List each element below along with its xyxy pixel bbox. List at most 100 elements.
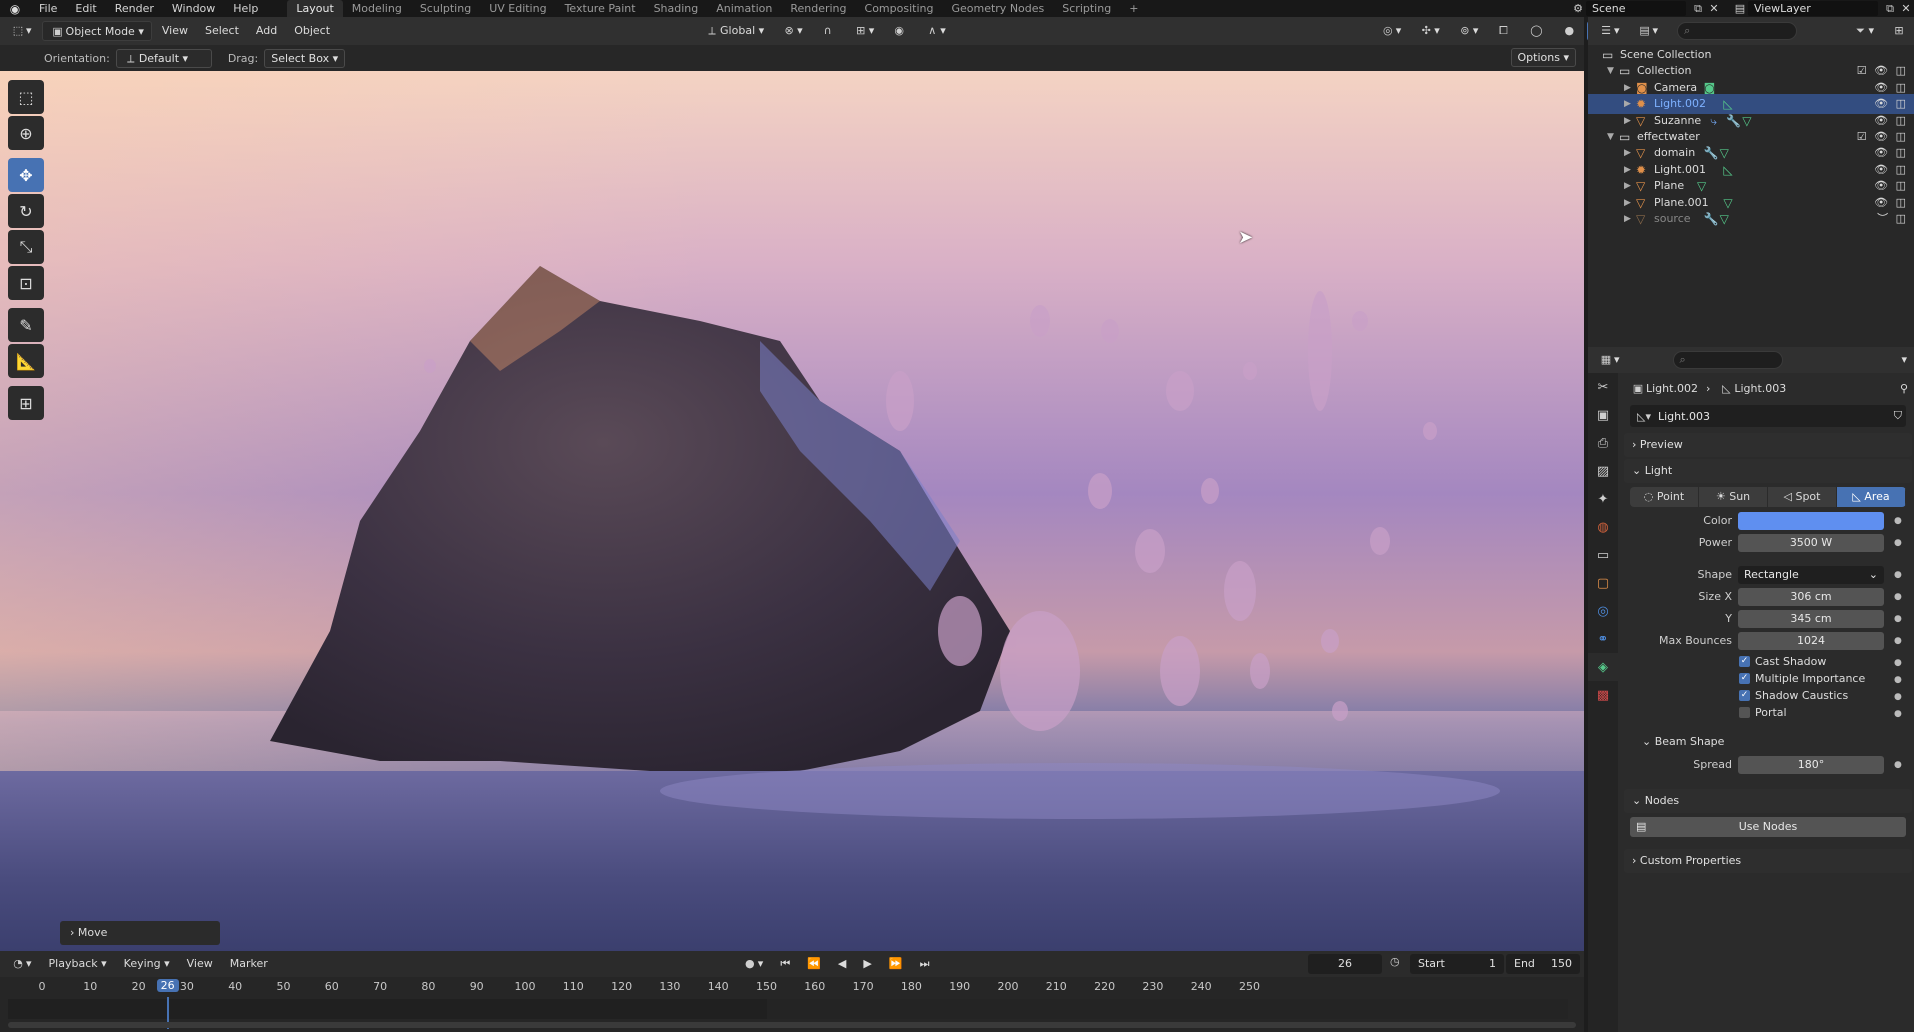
- tab-scene[interactable]: ✦: [1588, 485, 1618, 513]
- transform-orientation-dropdown[interactable]: ⟂ Global ▾: [697, 21, 771, 41]
- options-dropdown[interactable]: Options ▾: [1510, 48, 1576, 67]
- tab-animation[interactable]: Animation: [707, 0, 781, 17]
- cursor-tool[interactable]: ⊕: [8, 116, 44, 150]
- tab-world[interactable]: ◍: [1588, 513, 1618, 541]
- select-box-tool[interactable]: ⬚: [8, 80, 44, 114]
- properties-editor-type-button[interactable]: ▦ ▾: [1591, 350, 1627, 370]
- play-reverse-button[interactable]: ◀: [831, 954, 853, 974]
- editor-type-button[interactable]: ⬚ ▾: [3, 21, 39, 41]
- light-type-area[interactable]: ◺ Area: [1837, 487, 1906, 507]
- tab-uv-editing[interactable]: UV Editing: [480, 0, 555, 17]
- move-tool[interactable]: ✥: [8, 158, 44, 192]
- keyframe-dot-icon[interactable]: ●: [1894, 511, 1902, 531]
- tab-texture-paint[interactable]: Texture Paint: [556, 0, 645, 17]
- xray-toggle[interactable]: ⧠: [1488, 21, 1518, 41]
- outliner-row[interactable]: ▶ ▽ source 🔧 ▽ ︶ ◫: [1588, 209, 1914, 229]
- size-x-field[interactable]: 306 cm: [1738, 588, 1884, 606]
- timeline-scrollbar[interactable]: [8, 1022, 1576, 1028]
- shading-wireframe[interactable]: ◯: [1521, 21, 1551, 41]
- prev-keyframe-button[interactable]: ⏪: [800, 954, 828, 974]
- auto-keying-toggle[interactable]: ● ▾: [735, 954, 771, 974]
- snap-toggle[interactable]: ∩: [813, 21, 843, 41]
- wrench-icon[interactable]: 🔧: [1704, 209, 1719, 229]
- tab-shading[interactable]: Shading: [645, 0, 708, 17]
- remove-scene-icon[interactable]: ✕: [1706, 2, 1722, 15]
- visibility-dropdown[interactable]: ◎ ▾: [1373, 21, 1409, 41]
- gizmo-dropdown[interactable]: ✣ ▾: [1411, 21, 1447, 41]
- tab-object[interactable]: ▢: [1588, 569, 1618, 597]
- menu-file[interactable]: File: [30, 0, 66, 17]
- keying-menu[interactable]: Keying ▾: [117, 954, 177, 974]
- keyframe-dot-icon[interactable]: ●: [1894, 533, 1902, 553]
- start-frame-field[interactable]: Start 1: [1410, 954, 1504, 974]
- falloff-dropdown[interactable]: ∧ ▾: [917, 21, 953, 41]
- menu-render[interactable]: Render: [106, 0, 163, 17]
- custom-properties-panel-header[interactable]: › Custom Properties: [1624, 849, 1912, 873]
- drag-dropdown[interactable]: Select Box ▾: [264, 48, 346, 68]
- measure-tool[interactable]: 📐: [8, 344, 44, 378]
- tab-view-layer[interactable]: ▨: [1588, 457, 1618, 485]
- beam-shape-subpanel-header[interactable]: ⌄ Beam Shape: [1622, 731, 1914, 753]
- tab-compositing[interactable]: Compositing: [856, 0, 943, 17]
- preview-panel-header[interactable]: › Preview: [1624, 433, 1912, 457]
- stopwatch-icon[interactable]: ◷: [1390, 955, 1400, 968]
- mesh-data-icon[interactable]: ▽: [1720, 209, 1729, 229]
- keyframe-dot-icon[interactable]: ●: [1894, 755, 1902, 775]
- hidden-eye-icon[interactable]: ︶ ◫: [1877, 209, 1908, 229]
- blender-logo-icon[interactable]: ◉: [0, 2, 30, 16]
- current-frame-field[interactable]: 26: [1308, 954, 1382, 974]
- new-collection-button[interactable]: ⊞: [1884, 21, 1914, 41]
- pivot-point-dropdown[interactable]: ⊗ ▾: [774, 21, 810, 41]
- tab-output[interactable]: ⎙: [1588, 429, 1618, 457]
- nodes-panel-header[interactable]: ⌄ Nodes: [1624, 789, 1912, 813]
- light-type-sun[interactable]: ☀ Sun: [1699, 487, 1768, 507]
- select-menu[interactable]: Select: [198, 21, 246, 41]
- scene-selector[interactable]: Scene: [1586, 1, 1686, 16]
- outliner-search-input[interactable]: ⌕: [1677, 22, 1798, 40]
- marker-menu[interactable]: Marker: [223, 954, 275, 974]
- tab-render[interactable]: ▣: [1588, 401, 1618, 429]
- light-browse-icon[interactable]: ◺▾: [1630, 410, 1658, 423]
- playback-menu[interactable]: Playback ▾: [42, 954, 114, 974]
- tab-modeling[interactable]: Modeling: [343, 0, 411, 17]
- keyframe-dot-icon[interactable]: ●: [1894, 587, 1902, 607]
- pin-icon[interactable]: ⚲: [1900, 382, 1908, 395]
- checkbox-checked[interactable]: ✓: [1739, 656, 1750, 667]
- view-layer-selector[interactable]: ViewLayer: [1748, 1, 1878, 16]
- keyframe-dot-icon[interactable]: ●: [1894, 565, 1902, 585]
- mode-selector[interactable]: ▣ Object Mode ▾: [41, 21, 152, 41]
- spread-field[interactable]: 180°: [1738, 756, 1884, 774]
- properties-search-input[interactable]: ⌕: [1672, 351, 1783, 369]
- max-bounces-field[interactable]: 1024: [1738, 632, 1884, 650]
- fake-user-shield-icon[interactable]: ⛉: [1894, 409, 1902, 423]
- checkbox-checked[interactable]: ✓: [1739, 673, 1750, 684]
- power-field[interactable]: 3500 W: [1738, 534, 1884, 552]
- 3d-viewport[interactable]: ➤: [0, 71, 1584, 951]
- end-frame-field[interactable]: End 150: [1506, 954, 1580, 974]
- jump-start-button[interactable]: ⏮: [773, 954, 797, 974]
- checkbox-unchecked[interactable]: [1739, 707, 1750, 718]
- menu-window[interactable]: Window: [163, 0, 224, 17]
- expand-arrow-right-icon[interactable]: ▶: [1624, 209, 1631, 229]
- playhead-frame-label[interactable]: 26: [156, 979, 179, 992]
- tab-layout[interactable]: Layout: [287, 0, 343, 17]
- checkbox-checked[interactable]: ✓: [1739, 690, 1750, 701]
- snap-target-dropdown[interactable]: ⊞ ▾: [846, 21, 882, 41]
- light-panel-header[interactable]: ⌄ Light: [1624, 459, 1912, 483]
- frame-ruler[interactable]: 0 10 20 30 40 50 60 70 80 90 100 110 120 130 140 150 160…: [0, 977, 1584, 997]
- object-menu[interactable]: Object: [287, 21, 337, 41]
- keyframe-dot-icon[interactable]: ●: [1894, 609, 1902, 629]
- tab-sculpting[interactable]: Sculpting: [411, 0, 480, 17]
- jump-end-button[interactable]: ⏭: [913, 954, 937, 974]
- transform-tool[interactable]: ⊡: [8, 266, 44, 300]
- keyframe-dot-icon[interactable]: ●: [1894, 631, 1902, 651]
- display-mode-dropdown[interactable]: ▤ ▾: [1630, 21, 1666, 41]
- keyframe-dot-icon[interactable]: ●: [1894, 704, 1902, 724]
- remove-view-layer-icon[interactable]: ✕: [1898, 2, 1914, 15]
- light-type-spot[interactable]: ◁ Spot: [1768, 487, 1837, 507]
- timeline-view-menu[interactable]: View: [180, 954, 220, 974]
- last-operator-panel[interactable]: › Move: [60, 921, 220, 945]
- shading-solid[interactable]: ●: [1554, 21, 1584, 41]
- new-view-layer-icon[interactable]: ⧉: [1882, 2, 1898, 16]
- tab-scripting[interactable]: Scripting: [1053, 0, 1120, 17]
